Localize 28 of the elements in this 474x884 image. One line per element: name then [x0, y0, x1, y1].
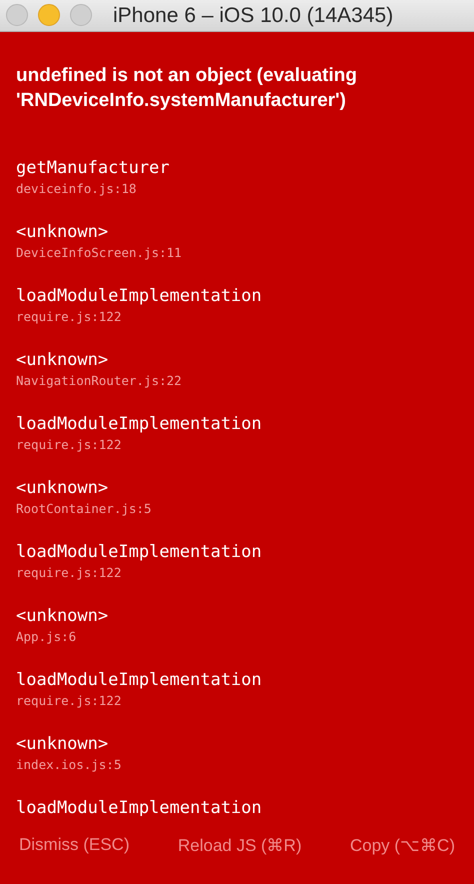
- stack-frame-file: require.js:122: [16, 564, 122, 581]
- stack-frame-method: loadModuleImplementation: [16, 413, 263, 436]
- stack-frame-file: deviceinfo.js:18: [16, 180, 138, 197]
- stack-frame-method: <unknown>: [16, 605, 110, 628]
- footer-button[interactable]: Dismiss (ESC): [13, 831, 136, 859]
- stack-frame-method: getManufacturer: [16, 157, 171, 180]
- stack-frame-file: require.js:122: [16, 308, 122, 325]
- stack-frame-method: <unknown>: [16, 349, 110, 372]
- stack-frame-method: <unknown>: [16, 733, 110, 756]
- stack-frame-method: loadModuleImplementation: [16, 669, 263, 692]
- stack-frame-method: loadModuleImplementation: [16, 285, 263, 308]
- footer-button[interactable]: Reload JS (⌘R): [172, 830, 308, 860]
- stack-frame-file: NavigationRouter.js:22: [16, 372, 183, 389]
- error-message: undefined is not an object (evaluating 'RNDeviceInfo.systemManufacturer'): [16, 64, 358, 113]
- stack-frame-method: <unknown>: [16, 221, 110, 244]
- stack-frame-file: App.js:6: [16, 628, 78, 645]
- stack-frame-file: index.ios.js:5: [16, 756, 122, 773]
- stack-frame-file: require.js:122: [16, 436, 122, 453]
- minimize-icon[interactable]: [38, 4, 60, 26]
- stack-frame-file: RootContainer.js:5: [16, 500, 152, 517]
- window-title: iPhone 6 – iOS 10.0 (14A345): [113, 4, 394, 28]
- stack-frame-method: loadModuleImplementation: [16, 541, 263, 564]
- stack-frame-method: <unknown>: [16, 477, 110, 500]
- zoom-icon[interactable]: [70, 4, 92, 26]
- stack-frame-file: require.js:122: [16, 692, 122, 709]
- stack-frame-file: DeviceInfoScreen.js:11: [16, 244, 183, 261]
- close-icon[interactable]: [6, 4, 28, 26]
- footer-button[interactable]: Copy (⌥⌘C): [344, 830, 461, 860]
